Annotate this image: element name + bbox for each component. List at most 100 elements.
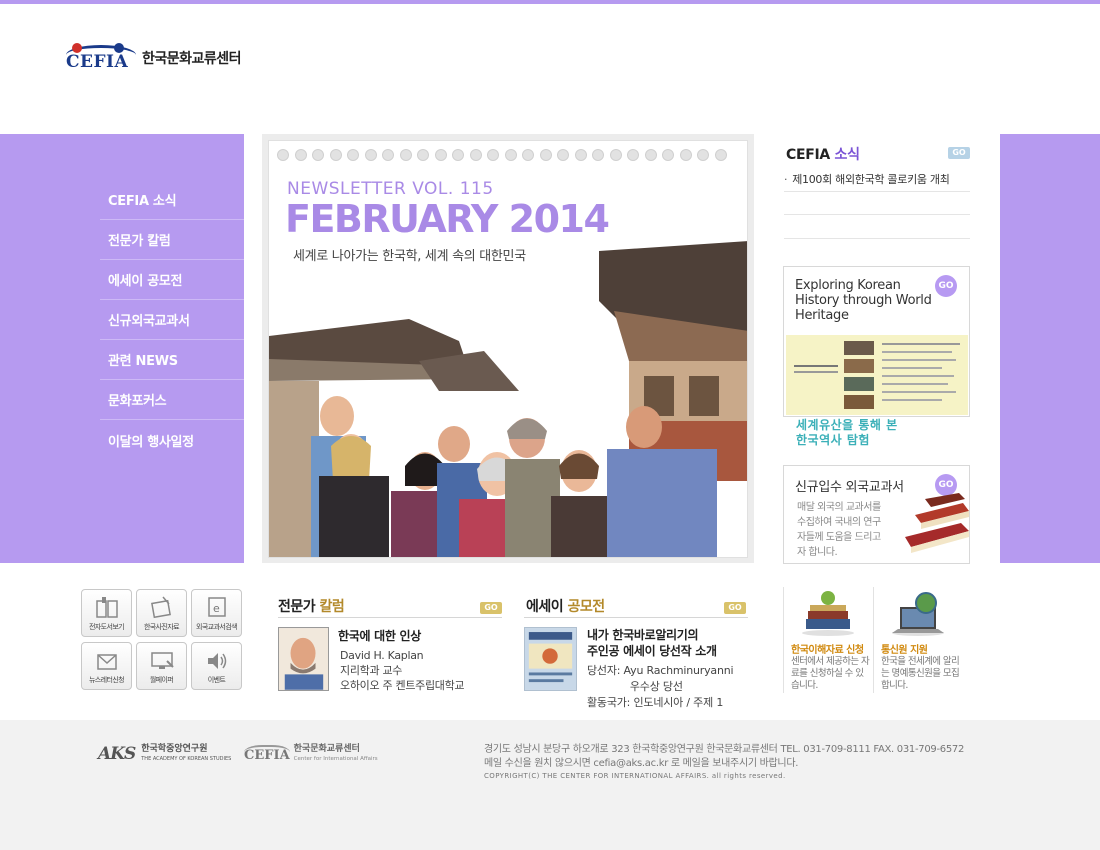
essay-go-button[interactable]: GO (724, 602, 746, 614)
svg-text:e: e (213, 602, 220, 615)
column-title-main: 전문가 (278, 599, 316, 615)
nav-item-new-textbooks[interactable]: 신규외국교과서 (100, 300, 244, 340)
footer-address: 경기도 성남시 분당구 하오개로 323 한국학중앙연구원 한국문화교류센터 T… (484, 744, 965, 755)
footer-cefia-logo[interactable]: CEFIA 한국문화교류센터 Center for International … (244, 744, 378, 764)
nav-label: CEFIA 소식 (108, 194, 177, 209)
card-title: 통신원 지원 (881, 645, 928, 656)
column-author: David H. Kaplan (340, 649, 424, 662)
quick-photos-button[interactable]: 한국사진자료 (136, 589, 187, 637)
left-navigation: CEFIA 소식 전문가 칼럼 에세이 공모전 신규외국교과서 관련 NEWS … (100, 180, 244, 460)
column-role: 지리학과 교수 (340, 664, 403, 677)
heritage-caption[interactable]: 세계유산을 통해 본 한국역사 탐험 (796, 418, 898, 448)
essay-divider (524, 617, 748, 618)
aks-name-ko: 한국학중앙연구원 (141, 744, 208, 754)
essay-poster (525, 628, 576, 690)
nav-item-culture-focus[interactable]: 문화포커스 (100, 380, 244, 420)
news-list-item (784, 215, 970, 239)
news-item-text: 제100회 해외한국학 콜로키움 개최 (792, 173, 950, 187)
cefia-name: 한국문화교류센터 Center for International Affair… (294, 744, 378, 764)
nav-item-monthly-events[interactable]: 이달의 행사일정 (100, 420, 244, 460)
nav-item-related-news[interactable]: 관련 NEWS (100, 340, 244, 380)
footer-copyright: COPYRIGHT(C) THE CENTER FOR INTERNATIONA… (484, 772, 786, 780)
news-list-item (784, 192, 970, 215)
card-correspondent[interactable]: 통신원 지원 한국을 전세계에 알리는 명예통신원을 모집합니다. (873, 587, 970, 693)
card-korea-materials[interactable]: 한국이해자료 신청 센터에서 제공하는 자료를 신청하실 수 있습니다. (783, 587, 873, 693)
essay-poster-image[interactable] (524, 627, 577, 691)
quick-ebook-button[interactable]: 전자도서보기 (81, 589, 132, 637)
column-author-info: David H. Kaplan 지리학과 교수 오하이오 주 켄트주립대학교 (340, 648, 465, 693)
photo-icon (150, 596, 171, 619)
cefia-mark: CEFIA (244, 745, 290, 763)
nav-item-essay-contest[interactable]: 에세이 공모전 (100, 260, 244, 300)
quick-link-label: 한국사진자료 (143, 623, 180, 631)
quick-event-button[interactable]: 이벤트 (191, 642, 242, 690)
author-portrait (279, 628, 328, 690)
essay-headline-line: 주인공 에세이 당선작 소개 (587, 644, 717, 658)
group-photo-hanok (269, 241, 747, 557)
book-icon (95, 597, 118, 618)
envelope-icon (96, 654, 117, 670)
column-title-accent: 칼럼 (319, 599, 345, 615)
cefia-logo-mark: CEFIA (64, 43, 138, 73)
logo-text: CEFIA (66, 52, 129, 72)
author-photo[interactable] (278, 627, 329, 691)
cefia-name-ko: 한국문화교류센터 (293, 744, 360, 754)
nav-label: 에세이 공모전 (108, 274, 183, 289)
footer-aks-logo[interactable]: AKS 한국학중앙연구원 THE ACADEMY OF KOREAN STUDI… (98, 744, 231, 764)
quick-wallpaper-button[interactable]: 월페이퍼 (136, 642, 187, 690)
news-go-button[interactable]: GO (948, 147, 970, 159)
newsletter-feature: NEWSLETTER VOL. 115 FEBRUARY 2014 세계로 나아… (262, 134, 754, 563)
essay-title-accent: 공모전 (567, 599, 606, 615)
books-apple-icon (802, 591, 854, 636)
quick-link-label: 전자도서보기 (88, 623, 125, 631)
news-title-main: CEFIA (786, 147, 830, 163)
nav-label: 문화포커스 (108, 394, 167, 409)
nav-label: 이달의 행사일정 (108, 434, 194, 450)
right-band (1000, 134, 1100, 563)
essay-title-main: 에세이 (526, 599, 564, 615)
nav-item-cefia-news[interactable]: CEFIA 소식 (100, 180, 244, 220)
aks-name: 한국학중앙연구원 THE ACADEMY OF KOREAN STUDIES (141, 744, 231, 764)
news-title-accent: 소식 (834, 147, 860, 163)
cefia-name-en: Center for International Affairs (293, 756, 378, 762)
heritage-title: Exploring Korean History through World H… (795, 278, 932, 323)
news-list: · 제100회 해외한국학 콜로키움 개최 (784, 168, 970, 239)
nav-item-expert-column[interactable]: 전문가 칼럼 (100, 220, 244, 260)
textbooks-title: 신규입수 외국교과서 (795, 480, 904, 495)
top-accent-line (0, 0, 1100, 4)
books-stack-icon (905, 493, 969, 553)
nav-label: 전문가 칼럼 (108, 234, 171, 249)
column-go-button[interactable]: GO (480, 602, 502, 614)
newsletter-volume: NEWSLETTER VOL. 115 (287, 179, 494, 199)
news-list-item[interactable]: · 제100회 해외한국학 콜로키움 개최 (784, 168, 970, 192)
quick-textbook-search-button[interactable]: e 외국교과서검색 (191, 589, 242, 637)
e-book-search-icon: e (207, 597, 226, 617)
aks-mark: AKS (98, 744, 136, 764)
nav-label: 관련 NEWS (108, 354, 178, 369)
column-divider (278, 617, 502, 618)
column-affiliation: 오하이오 주 켄트주립대학교 (340, 679, 465, 692)
column-headline[interactable]: 한국에 대한 인상 (338, 627, 421, 644)
heritage-caption-line: 한국역사 탐험 (796, 433, 870, 447)
quick-link-label: 외국교과서검색 (196, 623, 237, 631)
heritage-caption-line: 세계유산을 통해 본 (796, 418, 898, 432)
card-description: 센터에서 제공하는 자료를 신청하실 수 있습니다. (791, 656, 870, 691)
heritage-go-button[interactable]: GO (935, 275, 957, 297)
textbooks-description: 매달 외국의 교과서를 수집하여 국내의 연구자들께 도움을 드리고자 합니다. (797, 502, 881, 558)
essay-headline[interactable]: 내가 한국바로알리기의 주인공 에세이 당선작 소개 (587, 627, 717, 659)
new-textbooks-banner[interactable]: 신규입수 외국교과서 GO 매달 외국의 교과서를 수집하여 국내의 연구자들께… (783, 465, 970, 564)
expert-column-title: 전문가 칼럼 (278, 596, 345, 616)
quick-link-label: 월페이퍼 (149, 676, 174, 684)
essay-contest-title: 에세이 공모전 (526, 596, 605, 616)
essay-winner-info: 당선자: Ayu Rachminuryanni 우수상 당선 활동국가: 인도네… (587, 664, 734, 709)
binder-rings (277, 149, 737, 163)
quick-link-label: 뉴스레터신청 (88, 676, 125, 684)
heritage-banner[interactable]: Exploring Korean History through World H… (783, 266, 970, 417)
quick-newsletter-button[interactable]: 뉴스레터신청 (81, 642, 132, 690)
site-logo[interactable]: CEFIA 한국문화교류센터 (64, 42, 242, 74)
laptop-globe-icon (892, 592, 944, 636)
card-title: 한국이해자료 신청 (791, 645, 864, 656)
newsletter-month: FEBRUARY 2014 (285, 197, 610, 241)
quick-links-grid: 전자도서보기 한국사진자료 e 외국교과서검색 뉴스레터신청 월페이퍼 이벤트 (81, 589, 245, 690)
newsletter-cover[interactable]: NEWSLETTER VOL. 115 FEBRUARY 2014 세계로 나아… (268, 140, 748, 558)
